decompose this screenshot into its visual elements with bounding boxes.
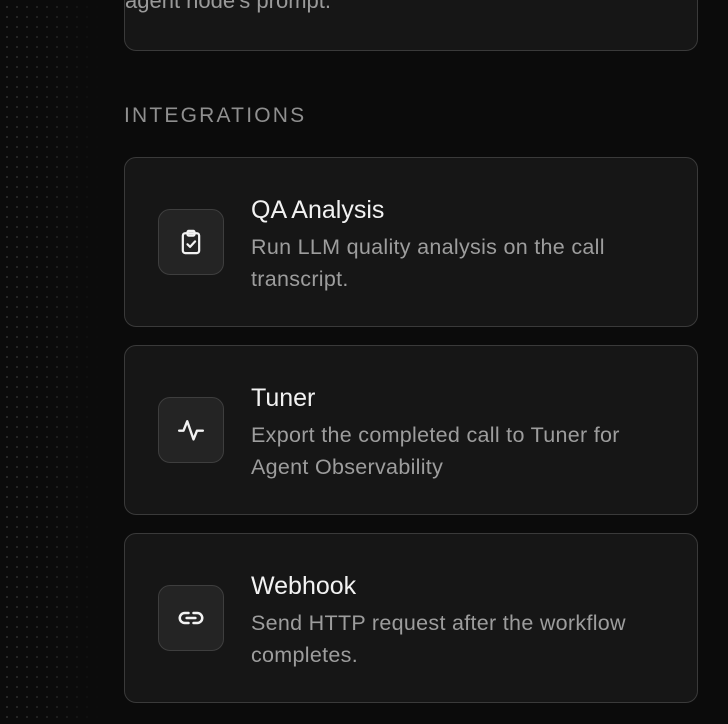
tuner-icon-box bbox=[158, 397, 224, 463]
webhook-card[interactable]: Webhook Send HTTP request after the work… bbox=[124, 533, 698, 703]
qa-analysis-card[interactable]: QA Analysis Run LLM quality analysis on … bbox=[124, 157, 698, 327]
webhook-description: Send HTTP request after the workflow com… bbox=[251, 611, 626, 667]
tuner-title: Tuner bbox=[251, 384, 316, 412]
activity-icon bbox=[177, 420, 205, 441]
tuner-card[interactable]: Tuner Export the completed call to Tuner… bbox=[124, 345, 698, 515]
section-heading: INTEGRATIONS bbox=[124, 104, 307, 127]
webhook-icon-box bbox=[158, 585, 224, 651]
link-icon bbox=[178, 611, 204, 625]
tuner-description: Export the completed call to Tuner for A… bbox=[251, 423, 620, 479]
qa-analysis-description: Run LLM quality analysis on the call tra… bbox=[251, 235, 605, 291]
previous-node-card-text: agent node's prompt. bbox=[125, 0, 332, 13]
qa-analysis-icon-box bbox=[158, 209, 224, 275]
clipboard-check-icon bbox=[181, 229, 201, 255]
integrations-panel: agent node's prompt. INTEGRATIONS QA Ana… bbox=[0, 0, 728, 724]
dot-grid-background bbox=[0, 0, 100, 724]
qa-analysis-title: QA Analysis bbox=[251, 196, 385, 224]
webhook-title: Webhook bbox=[251, 572, 357, 600]
